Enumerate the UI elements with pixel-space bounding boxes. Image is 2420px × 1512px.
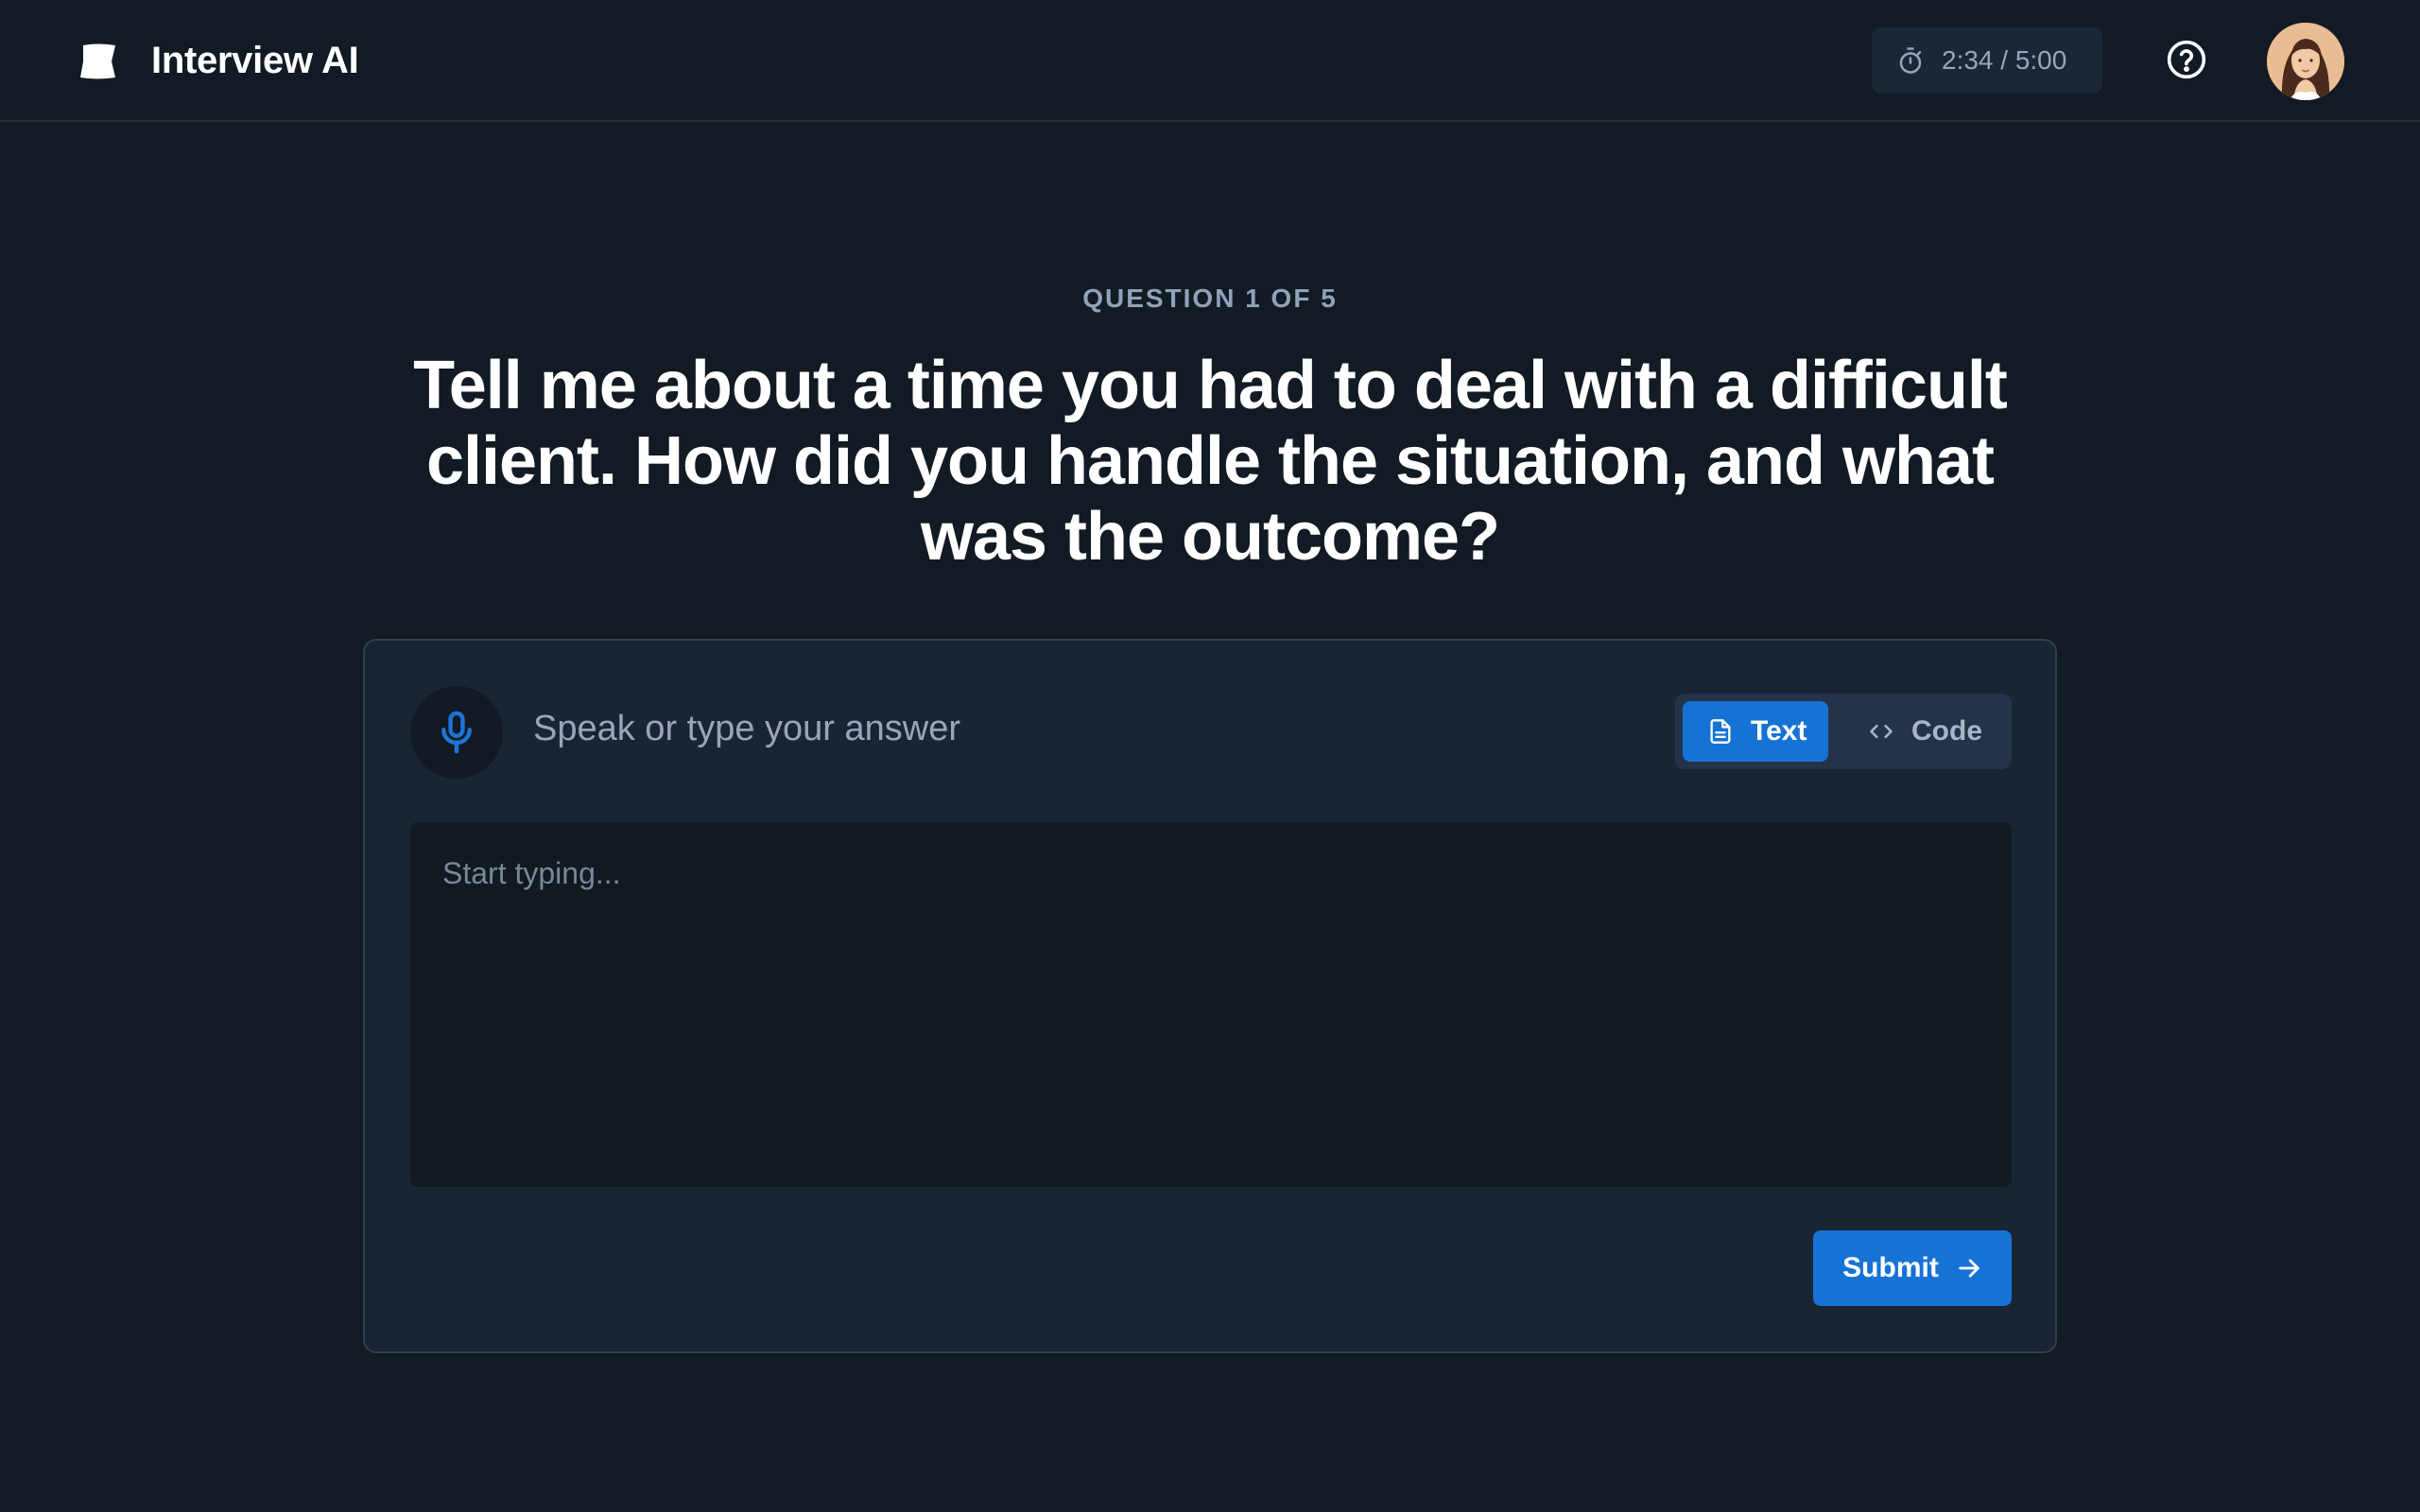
user-avatar[interactable] [2267,23,2344,100]
code-mode-label: Code [1911,715,1982,747]
top-bar: Interview AI 2:34 / 5:00 [0,0,2420,122]
answer-panel: Speak or type your answer Text Code Subm… [363,639,2057,1353]
code-mode-button[interactable]: Code [1840,701,2004,762]
arrow-right-icon [1959,1259,1979,1278]
brand[interactable]: Interview AI [78,0,359,122]
submit-button[interactable]: Submit [1813,1230,2012,1306]
answer-textarea[interactable] [410,822,2012,1187]
logo-icon [80,43,115,78]
text-mode-label: Text [1751,715,1807,747]
answer-prompt: Speak or type your answer [533,709,961,748]
text-mode-button[interactable]: Text [1683,701,1828,762]
microphone-icon [441,711,472,754]
help-circle-icon [2167,40,2206,79]
stopwatch-icon [1899,47,1922,74]
avatar-portrait-icon [2267,23,2344,100]
app-title: Interview AI [151,40,359,81]
timer-value: 2:34 / 5:00 [1942,45,2067,75]
answer-mode-toggle: Text Code [1675,694,2012,769]
help-button[interactable] [2165,38,2208,81]
submit-label: Submit [1842,1252,1939,1283]
document-icon [1710,719,1731,744]
question-counter: QUESTION 1 OF 5 [1082,284,1338,313]
code-brackets-icon [1870,724,1893,739]
microphone-button[interactable] [410,686,503,779]
timer-badge: 2:34 / 5:00 [1872,27,2102,94]
question-text: Tell me about a time you had to deal wit… [413,348,2008,575]
